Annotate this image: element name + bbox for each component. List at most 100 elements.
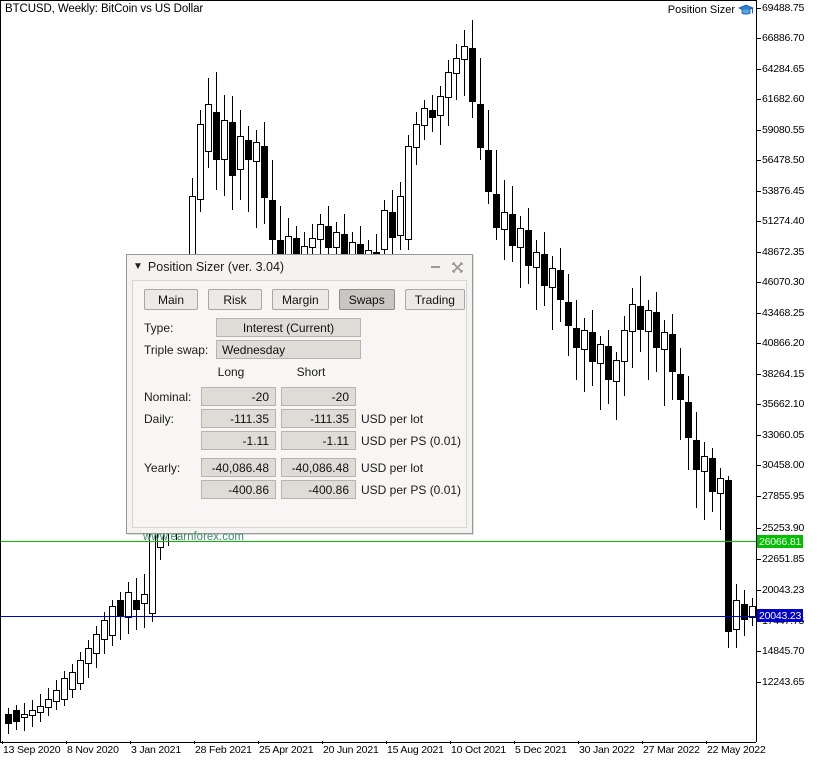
tick-dash <box>756 682 761 683</box>
graduation-cap-icon <box>738 3 754 17</box>
candle-body <box>733 600 740 630</box>
dialog-tabs[interactable]: Main Risk Margin Swaps Trading <box>144 289 465 310</box>
take-profit-line[interactable] <box>1 541 756 542</box>
candle-body <box>469 48 476 102</box>
take-profit-price[interactable]: 26066.81 <box>757 535 803 548</box>
candle-body <box>661 332 668 350</box>
candle-body <box>325 226 332 248</box>
tab-main[interactable]: Main <box>144 289 198 310</box>
dialog-title: Position Sizer (ver. 3.04) <box>148 260 284 274</box>
price-tick-label: 38264.15 <box>762 368 804 380</box>
price-tick-label: 27855.95 <box>762 490 804 502</box>
candle-body <box>109 606 116 636</box>
candle-body <box>309 238 316 248</box>
long-value-field[interactable]: -111.35 <box>201 409 276 428</box>
price-tick: 48672.35 <box>756 246 804 258</box>
candle-body <box>125 592 132 618</box>
candle-body <box>77 660 84 684</box>
price-tick-label: 53876.45 <box>762 185 804 197</box>
price-tick: 59080.55 <box>756 124 804 136</box>
short-value-field[interactable]: -1.11 <box>281 431 356 450</box>
price-tick: 38264.15 <box>756 368 804 380</box>
candle-body <box>317 224 324 240</box>
price-tick-label: 56478.50 <box>762 154 804 166</box>
triple-swap-field[interactable]: Wednesday <box>216 340 361 359</box>
price-marker-label: 20043.23 <box>759 610 801 622</box>
candle-body <box>29 710 36 716</box>
tick-dash <box>756 528 761 529</box>
type-label: Type: <box>144 321 173 335</box>
candle-body <box>549 268 556 288</box>
long-value-field[interactable]: -40,086.48 <box>201 458 276 477</box>
candle-body <box>701 456 708 472</box>
candle-body <box>533 252 540 268</box>
candle-body <box>61 678 68 700</box>
price-tick-label: 46070.30 <box>762 276 804 288</box>
website-link[interactable]: www.earnforex.com <box>143 531 244 543</box>
candle-body <box>245 140 252 160</box>
short-value-field[interactable]: -40,086.48 <box>281 458 356 477</box>
candle-body <box>557 270 564 300</box>
price-tick-label: 61682.60 <box>762 93 804 105</box>
tick-dash <box>756 99 761 100</box>
time-tick-label: 5 Dec 2021 <box>515 744 567 756</box>
time-tick-label: 13 Sep 2020 <box>3 744 60 756</box>
candle-body <box>381 210 388 250</box>
collapse-caret-icon[interactable]: ▼ <box>133 262 143 272</box>
candle-body <box>485 150 492 192</box>
close-icon[interactable] <box>451 261 464 274</box>
time-tick-label: 8 Nov 2020 <box>67 744 119 756</box>
candle-wick <box>536 240 537 310</box>
tick-dash <box>756 69 761 70</box>
entry-price[interactable]: 20043.23 <box>757 609 803 622</box>
tick-dash <box>756 343 761 344</box>
tab-swaps[interactable]: Swaps <box>339 289 395 310</box>
position-sizer-dialog[interactable]: ▼ Position Sizer (ver. 3.04) Main Risk Mar… <box>126 254 473 534</box>
tab-risk[interactable]: Risk <box>208 289 262 310</box>
price-tick-label: 12243.65 <box>762 676 804 688</box>
price-tick: 40866.20 <box>756 337 804 349</box>
candle-body <box>5 714 12 724</box>
candle-body <box>141 594 148 604</box>
price-tick-label: 59080.55 <box>762 124 804 136</box>
tick-dash <box>756 590 761 591</box>
price-tick: 22651.85 <box>756 553 804 565</box>
dialog-window-controls <box>429 261 468 274</box>
short-value-field[interactable]: -111.35 <box>281 409 356 428</box>
tick-dash <box>756 160 761 161</box>
candle-body <box>197 124 204 200</box>
candle-body <box>653 312 660 348</box>
candle-body <box>509 214 516 246</box>
price-tick: 33060.05 <box>756 429 804 441</box>
candle-body <box>477 104 484 148</box>
price-tick: 69488.75 <box>756 2 804 14</box>
price-tick-label: 33060.05 <box>762 429 804 441</box>
candle-body <box>525 230 532 266</box>
tick-dash <box>756 559 761 560</box>
price-tick: 14845.70 <box>756 645 804 657</box>
long-value-field[interactable]: -400.86 <box>201 480 276 499</box>
dialog-title-bar[interactable]: ▼ Position Sizer (ver. 3.04) <box>127 255 472 279</box>
candle-body <box>213 112 220 160</box>
candle-body <box>621 330 628 362</box>
long-value-field[interactable]: -20 <box>201 387 276 406</box>
candle-body <box>693 440 700 470</box>
time-tick-label: 10 Oct 2021 <box>451 744 506 756</box>
minimize-icon[interactable] <box>429 261 442 274</box>
short-value-field[interactable]: -400.86 <box>281 480 356 499</box>
tab-trading[interactable]: Trading <box>405 289 465 310</box>
candle-body <box>397 196 404 236</box>
price-tick-label: 22651.85 <box>762 553 804 565</box>
dialog-body: Main Risk Margin Swaps Trading Type: Interes… <box>132 280 467 528</box>
candle-body <box>69 672 76 690</box>
tab-margin[interactable]: Margin <box>272 289 329 310</box>
short-value-field[interactable]: -20 <box>281 387 356 406</box>
candle-body <box>429 110 436 118</box>
column-header-short: Short <box>271 365 351 379</box>
price-tick: 27855.95 <box>756 490 804 502</box>
long-value-field[interactable]: -1.11 <box>201 431 276 450</box>
entry-line[interactable] <box>1 616 756 617</box>
tick-dash <box>756 130 761 131</box>
candle-body <box>437 96 444 116</box>
type-field[interactable]: Interest (Current) <box>216 318 361 337</box>
